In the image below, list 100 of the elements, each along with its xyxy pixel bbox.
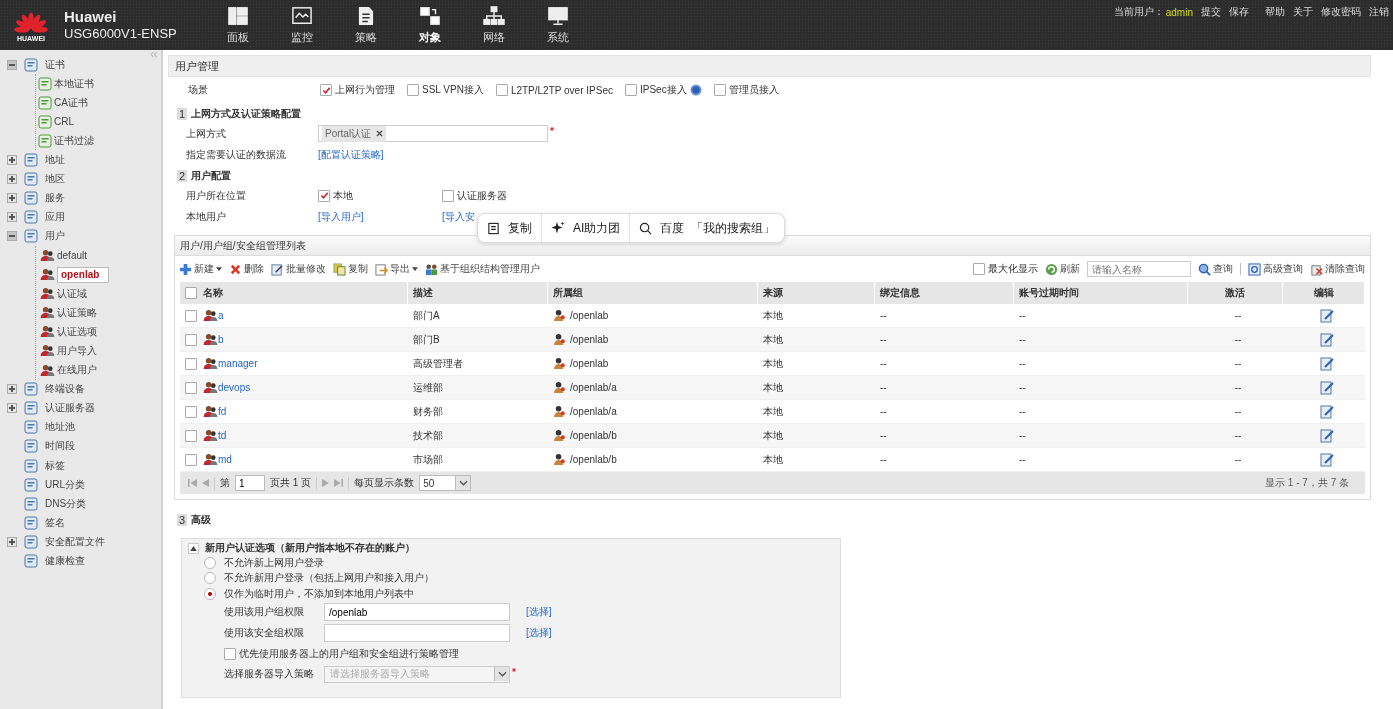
tree-item[interactable]: 地区: [45, 172, 65, 187]
toolbar-button[interactable]: 批量修改: [271, 262, 326, 276]
nav-tab[interactable]: 网络: [462, 0, 526, 51]
radio-button[interactable]: [204, 587, 216, 600]
policy-link[interactable]: [配置认证策略]: [318, 147, 384, 162]
tree-item[interactable]: 认证域: [57, 286, 87, 301]
header-link[interactable]: 注销: [1369, 5, 1389, 19]
header-link[interactable]: 修改密码: [1321, 5, 1361, 19]
collapse-icon[interactable]: [188, 542, 199, 554]
tree-item[interactable]: 时间段: [45, 439, 75, 454]
query-button[interactable]: 查询: [1198, 262, 1233, 276]
tree-item[interactable]: CRL: [54, 116, 74, 128]
user-link[interactable]: td: [218, 430, 227, 441]
checkbox[interactable]: [713, 84, 726, 96]
expand-icon[interactable]: [7, 174, 17, 185]
checkbox[interactable]: [185, 287, 197, 299]
checkbox[interactable]: [224, 647, 236, 660]
select-link[interactable]: [选择]: [526, 626, 552, 640]
checkbox[interactable]: [185, 381, 197, 394]
toolbar-button[interactable]: 复制: [333, 262, 368, 276]
toolbar-button[interactable]: 删除: [229, 262, 264, 276]
tree-item[interactable]: URL分类: [45, 477, 85, 492]
collapse-icon[interactable]: [7, 59, 17, 70]
tag-field[interactable]: Portal认证: [318, 125, 548, 142]
expand-icon[interactable]: [7, 403, 17, 414]
user-link[interactable]: b: [218, 334, 224, 345]
checkbox[interactable]: [185, 405, 197, 418]
edit-icon[interactable]: [1319, 428, 1334, 443]
expand-icon[interactable]: [7, 536, 17, 547]
edit-icon[interactable]: [1319, 380, 1334, 395]
nav-tab[interactable]: 系统: [526, 0, 590, 51]
checkbox[interactable]: [185, 453, 197, 466]
tree-item[interactable]: 本地证书: [54, 76, 94, 91]
checkbox[interactable]: [624, 84, 637, 96]
search-field[interactable]: 请输入名称: [1087, 261, 1191, 277]
select-link[interactable]: [选择]: [526, 605, 552, 619]
next-page-icon[interactable]: [322, 479, 330, 487]
page-field[interactable]: 1: [235, 475, 265, 491]
expand-icon[interactable]: [7, 384, 17, 395]
tree-item[interactable]: 用户: [45, 229, 65, 244]
tree-item[interactable]: 安全配置文件: [45, 534, 105, 549]
user-link[interactable]: manager: [218, 358, 258, 369]
tree-item[interactable]: 证书过滤: [54, 133, 94, 148]
checkbox[interactable]: [318, 189, 330, 202]
advanced-query-button[interactable]: 高级查询: [1248, 262, 1303, 276]
clear-query-button[interactable]: 清除查询: [1310, 262, 1365, 276]
toolbar-button[interactable]: 基于组织结构管理用户: [425, 262, 540, 276]
tree-item[interactable]: DNS分类: [45, 496, 87, 511]
first-page-icon[interactable]: [188, 479, 197, 487]
tree-item[interactable]: 在线用户: [57, 363, 97, 378]
tree-item[interactable]: 签名: [45, 515, 65, 530]
tree-item[interactable]: 认证选项: [57, 324, 97, 339]
edit-icon[interactable]: [1319, 452, 1334, 467]
edit-icon[interactable]: [1319, 404, 1334, 419]
tree-item[interactable]: default: [57, 250, 88, 261]
checkbox[interactable]: [185, 309, 197, 322]
tree-item[interactable]: 证书: [45, 57, 65, 72]
nav-tab[interactable]: 策略: [334, 0, 398, 51]
tree-item[interactable]: 终端设备: [45, 382, 85, 397]
checkbox[interactable]: [185, 333, 197, 346]
tree-item[interactable]: 地址池: [45, 420, 75, 435]
checkbox[interactable]: [442, 189, 454, 202]
checkbox[interactable]: [495, 84, 508, 96]
radio-button[interactable]: [204, 556, 216, 569]
collapse-icon[interactable]: [7, 231, 17, 242]
checkbox[interactable]: [185, 429, 197, 442]
checkbox[interactable]: [320, 84, 332, 96]
checkbox[interactable]: [973, 263, 985, 275]
tree-item[interactable]: 认证服务器: [45, 401, 95, 416]
page-size-select[interactable]: 50: [419, 475, 472, 491]
user-link[interactable]: a: [218, 310, 224, 321]
tree-item[interactable]: 标签: [45, 458, 65, 473]
radio-button[interactable]: [204, 572, 216, 585]
tree-item[interactable]: 地址: [45, 153, 65, 167]
remove-icon[interactable]: [376, 130, 384, 137]
import-link[interactable]: [导入安: [442, 209, 475, 224]
tree-item[interactable]: openlab: [57, 266, 109, 283]
help-icon[interactable]: [689, 84, 702, 96]
user-group-field[interactable]: /openlab: [324, 603, 510, 621]
tree-item[interactable]: CA证书: [54, 95, 88, 110]
expand-icon[interactable]: [7, 193, 17, 204]
refresh-button[interactable]: 刷新: [1045, 262, 1080, 276]
popup-button[interactable]: AI助力团: [542, 214, 631, 242]
checkbox[interactable]: [407, 84, 419, 96]
toolbar-button[interactable]: 导出: [375, 262, 418, 276]
nav-tab[interactable]: 面板: [206, 0, 270, 51]
tree-item[interactable]: 用户导入: [57, 343, 97, 358]
header-link[interactable]: 提交: [1201, 5, 1221, 19]
edit-icon[interactable]: [1319, 332, 1334, 347]
security-group-field[interactable]: [324, 624, 510, 642]
edit-icon[interactable]: [1319, 356, 1334, 371]
last-page-icon[interactable]: [334, 479, 344, 487]
checkbox[interactable]: [185, 357, 197, 370]
header-link[interactable]: 关于: [1293, 5, 1313, 19]
edit-icon[interactable]: [1319, 308, 1334, 323]
expand-icon[interactable]: [7, 212, 17, 223]
nav-tab[interactable]: 对象: [398, 0, 462, 51]
tree-item[interactable]: 服务: [45, 191, 65, 206]
header-link[interactable]: 保存: [1229, 5, 1249, 19]
tree-item[interactable]: 认证策略: [57, 305, 97, 320]
